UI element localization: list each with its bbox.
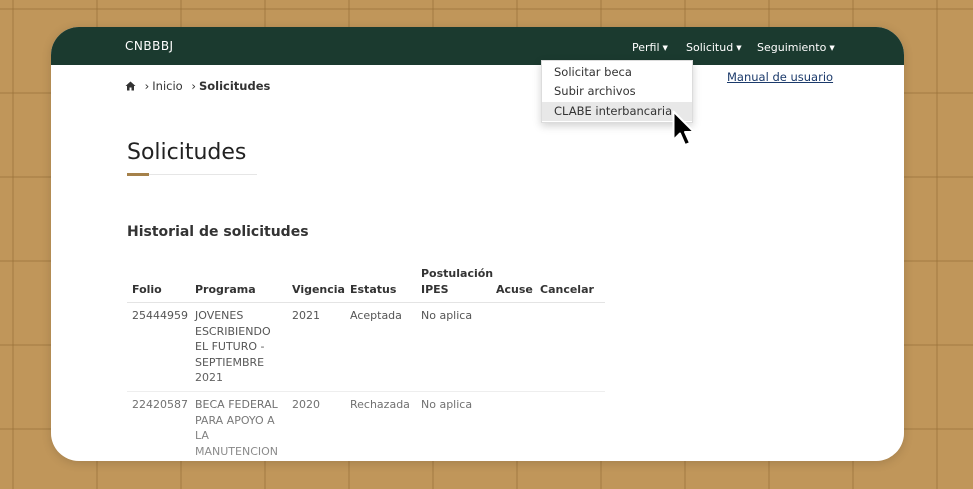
cell-vigencia: 2021 [292,309,320,322]
mouse-pointer-icon [672,110,698,154]
brand-logo[interactable]: CNBBBJ [125,39,174,53]
breadcrumb-item-inicio[interactable]: Inicio [152,79,182,93]
nav-menu-perfil[interactable]: Perfil ▼ [632,41,668,54]
column-header-folio: Folio [132,283,162,296]
table-header-divider [127,302,605,303]
column-header-acuse: Acuse [496,283,533,296]
column-header-vigencia: Vigencia [292,283,345,296]
caret-down-icon: ▼ [662,44,668,52]
cell-estatus: Aceptada [350,309,402,322]
cell-postulacion: No aplica [421,309,473,322]
chevron-right-icon: › [191,79,196,93]
caret-down-icon: ▼ [736,44,742,52]
top-navbar: CNBBBJ Perfil ▼ Solicitud ▼ Seguimiento ▼ [51,27,904,65]
caret-down-icon: ▼ [829,44,835,52]
nav-menu-solicitud[interactable]: Solicitud ▼ [686,41,742,54]
breadcrumb-item-solicitudes: Solicitudes [198,79,271,93]
home-icon[interactable] [125,80,136,94]
menu-item-clabe-interbancaria[interactable]: CLABE interbancaria [542,102,692,121]
cell-postulacion: No aplica [421,398,473,411]
chevron-right-icon: › [144,79,150,93]
column-header-estatus: Estatus [350,283,397,296]
solicitud-dropdown-menu: Solicitar beca Subir archivos CLABE inte… [541,60,693,123]
row-divider [127,391,605,392]
nav-menu-label: Solicitud [686,41,734,54]
menu-item-solicitar-beca[interactable]: Solicitar beca [542,63,692,82]
nav-menu-seguimiento[interactable]: Seguimiento ▼ [757,41,835,54]
cell-programa: BECA FEDERAL PARA APOYO A LA MANUTENCION [195,398,279,458]
cell-estatus: Rechazada [350,398,410,411]
title-accent-bar [127,173,149,176]
browser-window: CNBBBJ Perfil ▼ Solicitud ▼ Seguimiento ▼ S… [51,27,904,461]
cell-vigencia: 2020 [292,398,320,411]
user-manual-link[interactable]: Manual de usuario [727,70,833,84]
page-title: Solicitudes [127,140,247,165]
menu-item-subir-archivos[interactable]: Subir archivos [542,82,692,101]
cell-folio: 25444959 [132,309,188,322]
cell-folio: 22420587 [132,398,188,411]
column-header-postulacion-ipes: Postulación IPES [421,267,494,296]
column-header-programa: Programa [195,283,256,296]
cell-programa: JOVENES ESCRIBIENDO EL FUTURO - SEPTIEMB… [195,309,271,384]
nav-menu-label: Perfil [632,41,660,54]
column-header-cancelar: Cancelar [540,283,594,296]
section-subtitle: Historial de solicitudes [127,224,309,240]
nav-menu-label: Seguimiento [757,41,827,54]
breadcrumb: › Inicio › Solicitudes [125,79,270,94]
